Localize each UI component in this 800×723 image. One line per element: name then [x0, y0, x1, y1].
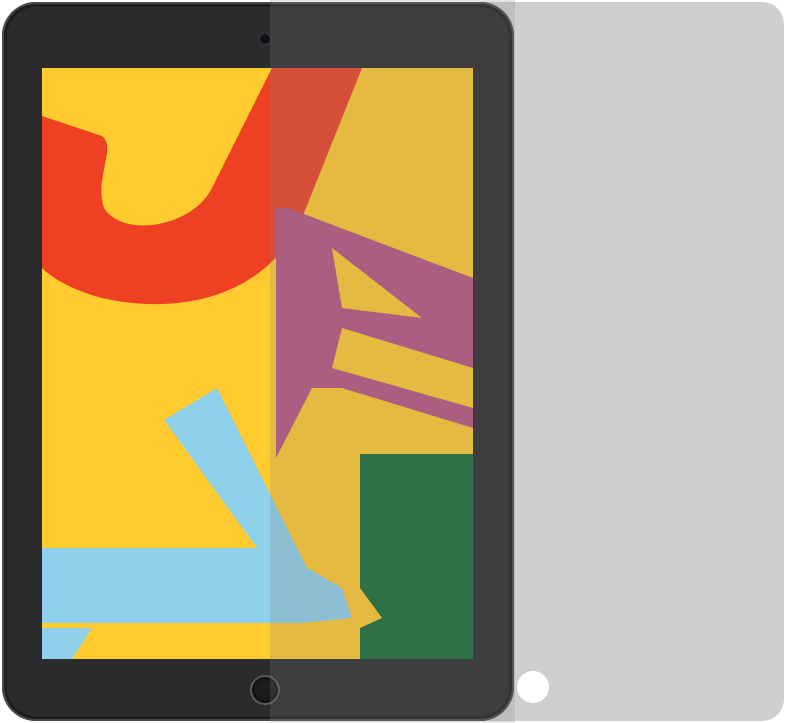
home-button-cutout [517, 671, 549, 703]
home-button [252, 677, 278, 703]
tablet-screen [42, 68, 473, 659]
wallpaper-artwork [42, 68, 473, 659]
product-scene [0, 0, 800, 723]
tablet-device [2, 2, 514, 721]
green-letter-shape [360, 454, 473, 659]
front-camera-icon [260, 34, 270, 44]
